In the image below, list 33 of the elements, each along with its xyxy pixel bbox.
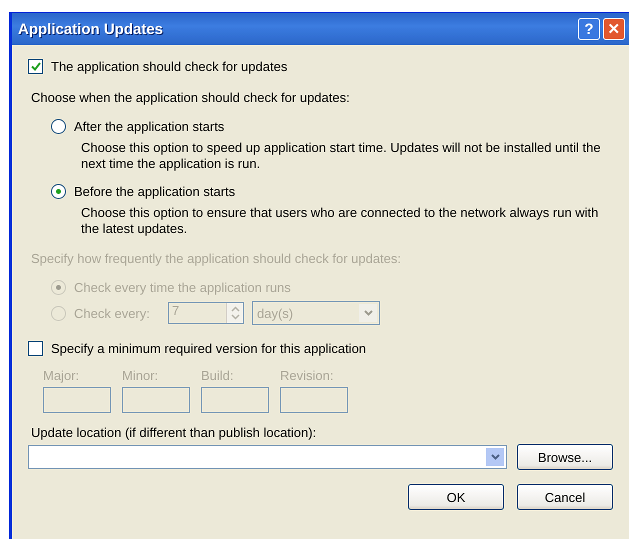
spinner-arrows-icon[interactable] xyxy=(230,306,240,320)
radio-label: Before the application starts xyxy=(74,184,236,199)
version-field[interactable] xyxy=(201,387,269,413)
section-heading: Choose when the application should check for updates: xyxy=(31,90,350,105)
close-button[interactable]: ✕ xyxy=(603,18,625,40)
version-field[interactable] xyxy=(280,387,348,413)
checkbox-label: Specify a minimum required version for this application xyxy=(51,341,366,356)
cancel-button[interactable]: Cancel xyxy=(517,484,613,510)
field-label: Build: xyxy=(201,368,235,383)
help-button[interactable]: ? xyxy=(578,18,600,40)
checkbox[interactable] xyxy=(28,59,43,74)
browse-button[interactable]: Browse... xyxy=(517,444,613,470)
window-title: Application Updates xyxy=(18,20,164,38)
section-heading: Specify how frequently the application should check for updates: xyxy=(31,251,402,266)
version-field[interactable] xyxy=(43,387,111,413)
option-description: Choose this option to ensure that users who are connected to the network always run with the latest updates. xyxy=(81,205,600,237)
chevron-down-icon xyxy=(490,454,500,460)
field-label: Revision: xyxy=(280,368,334,383)
radio-button[interactable] xyxy=(51,119,66,134)
checkbox-label: The application should check for updates xyxy=(51,59,288,74)
radio-button[interactable] xyxy=(51,184,66,199)
radio-label: Check every time the application runs xyxy=(74,280,291,295)
version-field[interactable] xyxy=(122,387,190,413)
ok-button[interactable]: OK xyxy=(408,484,504,510)
checkmark-icon xyxy=(30,62,40,71)
option-description: Choose this option to speed up application start time. Updates will not be installed until the next time the application is run. xyxy=(81,140,601,172)
field-label: Minor: xyxy=(122,368,160,383)
field-label: Update location (if different than publish location): xyxy=(31,425,316,440)
radio-label: Check every: xyxy=(74,306,151,320)
chevron-down-icon xyxy=(364,310,372,316)
radio-label: After the application starts xyxy=(74,119,224,134)
location-dropdown[interactable] xyxy=(28,445,507,469)
field-label: Major: xyxy=(43,368,80,383)
